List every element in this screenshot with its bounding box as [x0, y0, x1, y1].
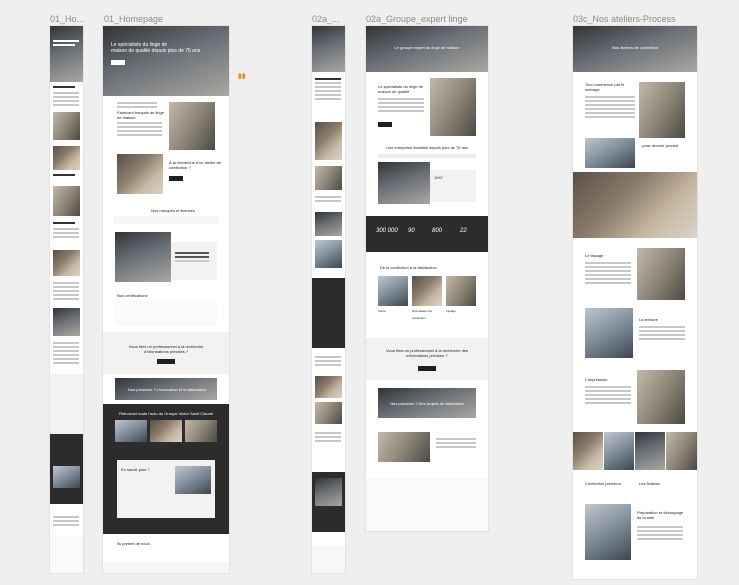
strip-image-1: [573, 432, 603, 470]
image: [315, 240, 342, 268]
intro-button[interactable]: [378, 122, 392, 127]
frame-title-02a[interactable]: 02a_...: [312, 14, 340, 24]
section-workshop-title: À la recherche d'un atelier de confectio…: [169, 160, 221, 170]
card-title-2[interactable]: Nos ateliers de confection: [412, 308, 444, 322]
design-canvas[interactable]: { "frames": { "f1": {"title": "01_Ho..."…: [0, 0, 739, 585]
hero-title: Le groupe expert du linge de maison: [394, 45, 460, 50]
prep-image: [585, 504, 631, 560]
footer: [50, 536, 83, 573]
image: [53, 308, 80, 336]
frame-title-03c-process[interactable]: 03c_Nos ateliers-Process: [573, 14, 676, 24]
intro-image: [639, 82, 685, 138]
wide-image: [573, 172, 697, 238]
news-image-1: [115, 420, 147, 442]
bottom-right-title: Les finitions: [639, 481, 661, 486]
image: [315, 212, 342, 236]
contact-title: En savoir plus ?: [121, 467, 150, 472]
footer: [366, 478, 488, 531]
strip-image-2: [604, 432, 634, 470]
stat-4: 22: [460, 228, 467, 234]
certification-list: [115, 300, 217, 326]
intro-title: Le spécialiste du linge de maison de qua…: [378, 84, 423, 94]
prep-title: Préparation et découpage de la toile: [637, 510, 684, 520]
workshop-button[interactable]: [169, 176, 183, 181]
news-image-3: [185, 420, 217, 442]
hero-image: [50, 26, 83, 82]
image: [53, 146, 80, 170]
fabric-image: [585, 138, 635, 168]
artboard-ateliers-process[interactable]: Nos ateliers de confection Tout commence…: [573, 26, 697, 579]
teinture-image: [585, 308, 633, 358]
image: [315, 478, 342, 506]
image: [53, 112, 80, 140]
card-image-2: [412, 276, 442, 306]
strip-image-3: [635, 432, 665, 470]
artboard-mobile-groupe[interactable]: [312, 26, 345, 573]
image: [378, 432, 430, 462]
brand-logos: [113, 216, 219, 224]
intro-image: [430, 78, 476, 136]
fabric-image: [169, 102, 215, 150]
brand-image: [115, 232, 171, 282]
year-label: 1947: [434, 175, 443, 180]
timeline[interactable]: [378, 154, 476, 158]
section-made-title: Fabricant français de linge de maison: [117, 110, 164, 120]
comment-marker-icon[interactable]: ▮▮: [238, 72, 246, 80]
frame-title-02a-groupe[interactable]: 02a_Groupe_expert linge: [366, 14, 468, 24]
image: [315, 376, 342, 398]
stat-1: 300 000: [376, 228, 398, 234]
step-impression: L'impression: [585, 377, 608, 382]
card-title-1[interactable]: Vente: [378, 308, 408, 315]
stat-2: 90: [408, 228, 415, 234]
chapter-title: ...pour devenir produit: [639, 143, 678, 148]
strip-image-4: [666, 432, 697, 470]
history-title: Une entreprise familiale depuis plus de …: [385, 145, 469, 150]
artboard-homepage[interactable]: Le spécialiste du linge de maison de qual…: [103, 26, 229, 573]
pro-button[interactable]: [157, 359, 175, 364]
image: [53, 250, 80, 276]
labels-title: Nos certifications: [117, 293, 148, 298]
frame-title-01-homepage[interactable]: 01_Homepage: [104, 14, 163, 24]
footer: [312, 546, 345, 573]
artboard-mobile-homepage[interactable]: [50, 26, 83, 573]
news-image-2: [150, 420, 182, 442]
image: [315, 402, 342, 424]
image: [315, 166, 342, 190]
pro-title: Vous êtes un professionnel à la recherch…: [385, 348, 469, 358]
hero-button[interactable]: [111, 60, 125, 65]
frame-title-01-ho[interactable]: 01_Ho...: [50, 14, 84, 24]
artboard-groupe-expert-linge[interactable]: Le groupe expert du linge de maison Le s…: [366, 26, 488, 531]
pro-button[interactable]: [418, 366, 436, 371]
stats-section: [312, 278, 345, 348]
footer: [103, 562, 229, 573]
step-teinture: La teinture: [639, 317, 658, 322]
confection-title: De la confection à la distribution: [380, 265, 437, 270]
hero-title: Le spécialiste du linge de maison de qual…: [111, 42, 201, 54]
contact-image: [175, 466, 211, 494]
image: [315, 122, 342, 160]
intro-title: Tout commence par le métrage: [585, 82, 625, 92]
image: [53, 186, 80, 216]
stats-section: [366, 216, 488, 252]
card-image-3: [446, 276, 476, 306]
stat-3: 800: [432, 228, 443, 234]
card-image-1: [378, 276, 408, 306]
image: [53, 466, 80, 488]
pro-title: Vous êtes un professionnel à la recherch…: [128, 344, 204, 354]
hero-title: Nos ateliers de confection: [611, 45, 659, 50]
dark-banner-text: Nos passions ? L'innovation et la fabric…: [128, 387, 206, 392]
card-title-3[interactable]: Lavage: [446, 308, 476, 315]
history-image: [378, 162, 430, 204]
impression-image: [637, 370, 685, 424]
partners-title: Ils parlent de nous: [117, 541, 150, 546]
bottom-left-title: Confection premium: [585, 481, 621, 486]
hero-image: [312, 26, 345, 72]
step-tissage: Le tissage: [585, 253, 604, 258]
tissage-image: [637, 248, 685, 300]
brands-title: Nos marques et licences: [151, 208, 195, 213]
workshop-image: [117, 154, 163, 194]
dark-title: Retrouvez toute l'actu du Groupe Victor …: [119, 411, 213, 416]
banner-text: Nos passions ? Des projets de fabricatio…: [390, 401, 464, 406]
